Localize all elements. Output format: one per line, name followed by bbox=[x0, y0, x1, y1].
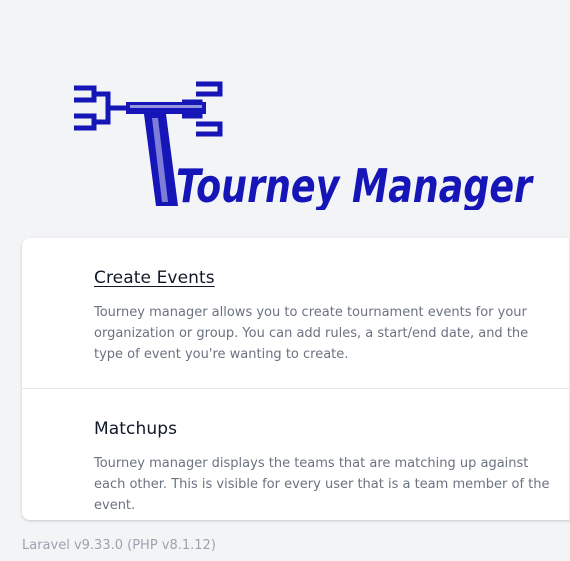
create-events-description: Tourney manager allows you to create tou… bbox=[94, 305, 529, 362]
create-events-section: Create Events Tourney manager allows you… bbox=[22, 238, 570, 388]
tourney-manager-logo: Tourney Manager bbox=[74, 81, 535, 210]
version-footer: Laravel v9.33.0 (PHP v8.1.12) bbox=[22, 538, 216, 553]
matchups-title: Matchups bbox=[94, 419, 178, 439]
matchups-description: Tourney manager displays the teams that … bbox=[94, 456, 550, 513]
page: Tourney Manager Create Events Tourney ma… bbox=[0, 0, 570, 561]
logo-wordmark: Tourney Manager bbox=[176, 159, 535, 210]
matchups-section: Matchups Tourney manager displays the te… bbox=[22, 389, 570, 520]
create-events-link[interactable]: Create Events bbox=[94, 268, 215, 288]
features-card: Create Events Tourney manager allows you… bbox=[22, 238, 570, 520]
